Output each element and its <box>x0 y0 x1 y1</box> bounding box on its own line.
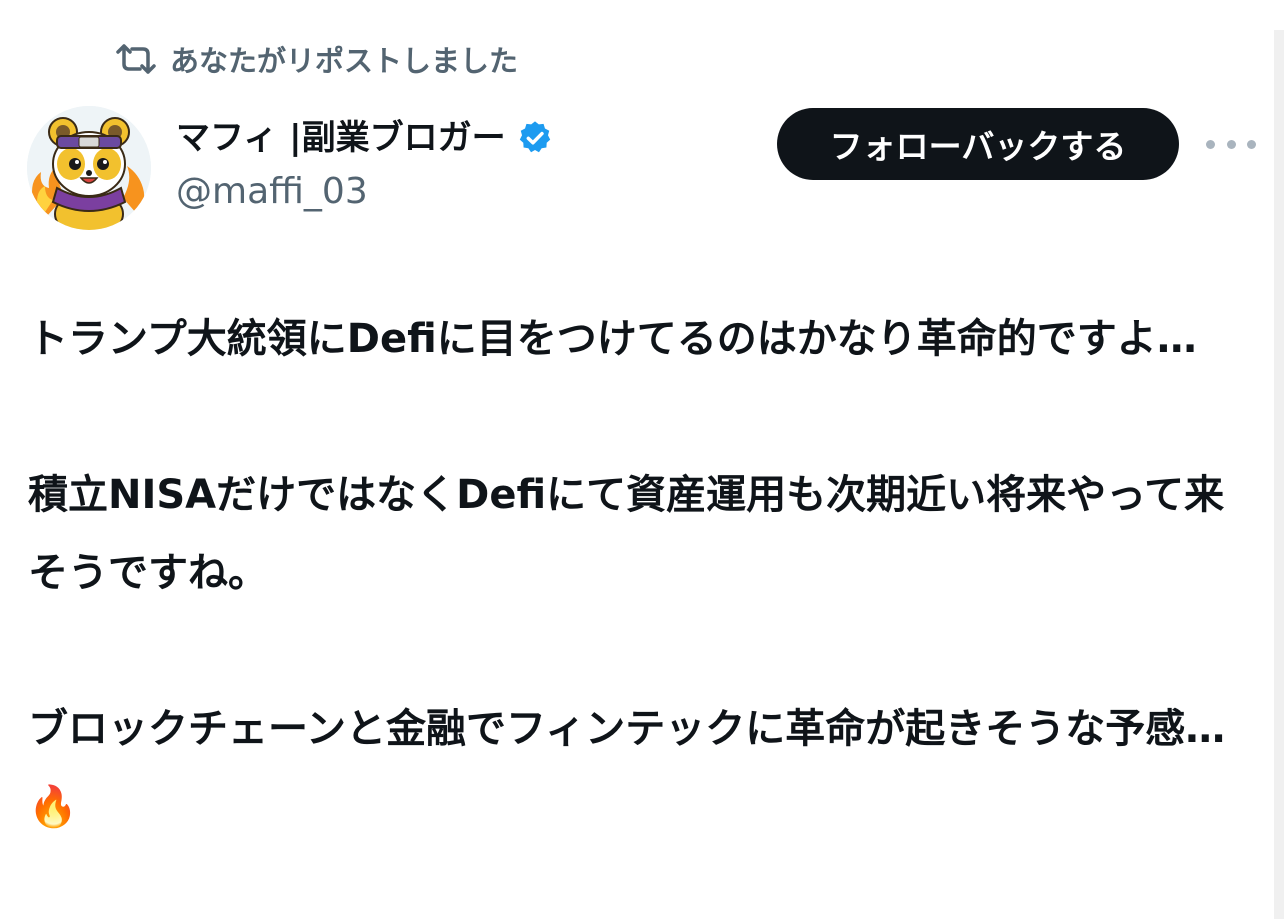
tweet-text: トランプ大統領にDefiに目をつけてるのはかなり革命的ですよ… 積立NISAだけ… <box>28 300 1248 846</box>
follow-back-button[interactable]: フォローバックする <box>777 108 1179 180</box>
author-handle[interactable]: @maffi_03 <box>176 170 368 213</box>
avatar-image <box>27 106 151 230</box>
avatar[interactable] <box>27 106 151 230</box>
author-name-row: マフィ |副業ブロガー <box>176 118 554 159</box>
tweet-paragraph: 積立NISAだけではなくDefiにて資産運用も次期近い将来やって来そうですね。 <box>28 472 1225 596</box>
more-dot <box>1226 139 1236 149</box>
more-options-icon[interactable] <box>1206 130 1256 158</box>
tweet-paragraph: トランプ大統領にDefiに目をつけてるのはかなり革命的ですよ… <box>28 316 1197 362</box>
tweet-view: あなたがリポストしました マフィ |副業ブロガー @maffi_03 フォローバ… <box>0 0 1284 919</box>
repost-indicator: あなたがリポストしました <box>116 38 518 80</box>
scrollbar[interactable] <box>1274 30 1284 919</box>
author-display-name[interactable]: マフィ |副業ブロガー <box>176 118 506 159</box>
more-dot <box>1206 139 1215 149</box>
repost-label[interactable]: あなたがリポストしました <box>170 38 518 80</box>
more-dot <box>1247 139 1256 149</box>
verified-badge-icon[interactable] <box>516 119 554 157</box>
tweet-paragraph: ブロックチェーンと金融でフィンテックに革命が起きそうな予感…🔥 <box>28 706 1226 830</box>
repost-icon <box>116 42 156 76</box>
